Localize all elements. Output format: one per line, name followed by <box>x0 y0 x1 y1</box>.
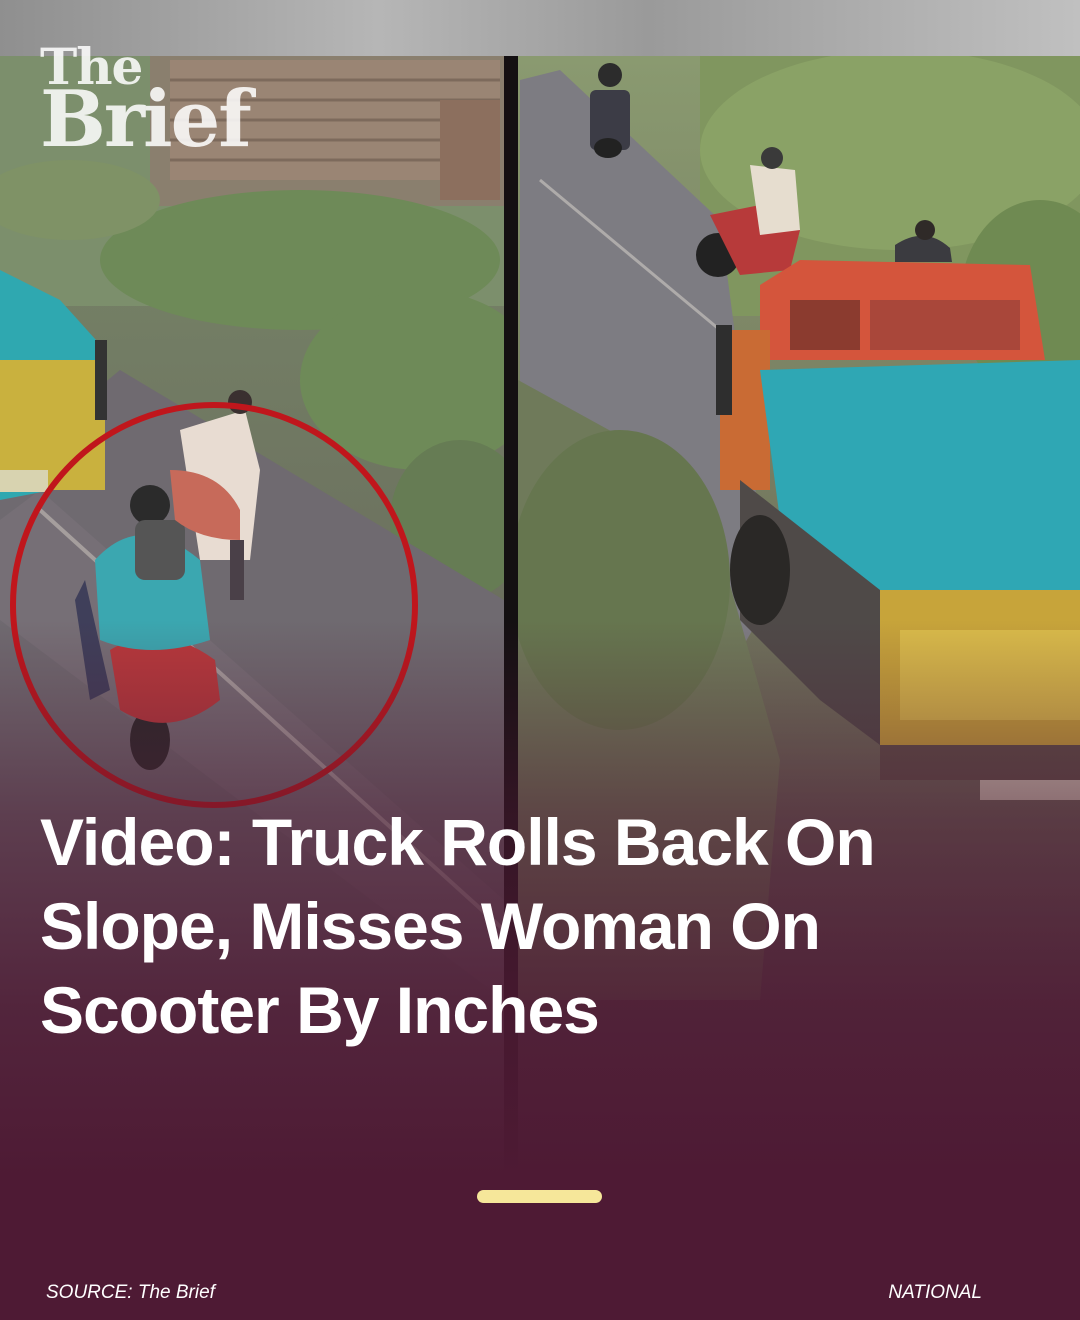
brand-logo: The Brief <box>40 42 252 165</box>
source-label: SOURCE: The Brief <box>46 1282 215 1303</box>
story-card[interactable]: The Brief Video: Truck Rolls Back On Slo… <box>0 0 1080 1320</box>
logo-line-2: Brief <box>40 74 252 165</box>
category-label[interactable]: NATIONAL <box>888 1282 982 1304</box>
story-progress-indicator <box>477 1190 602 1203</box>
story-headline: Video: Truck Rolls Back On Slope, Misses… <box>40 805 876 1047</box>
